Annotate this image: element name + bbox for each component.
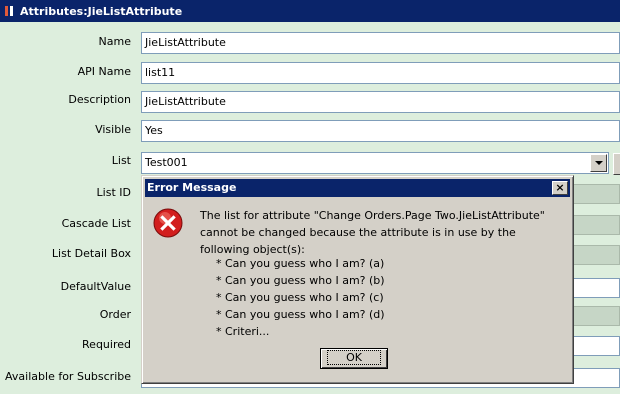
dialog-title: Error Message [147, 181, 237, 194]
name-field[interactable]: JieListAttribute [141, 32, 620, 54]
dialog-titlebar: Error Message × [145, 179, 570, 197]
error-dialog: Error Message × The list for attribute "… [141, 175, 574, 384]
ok-button-label: OK [327, 350, 381, 365]
dialog-message: The list for attribute "Change Orders.Pa… [200, 209, 545, 256]
dialog-object-list: * Can you guess who I am? (a) * Can you … [216, 255, 516, 340]
error-icon [153, 208, 183, 238]
visible-label: Visible [95, 123, 131, 136]
close-button[interactable]: × [552, 181, 568, 195]
available-for-subscribe-label: Available for Subscribe [5, 370, 131, 383]
ok-button[interactable]: OK [320, 348, 388, 369]
required-label: Required [82, 338, 131, 351]
list-id-label: List ID [96, 186, 131, 199]
window-title: Attributes:JieListAttribute [20, 4, 183, 18]
close-icon: × [555, 181, 565, 194]
list-detail-box-label: List Detail Box [51, 247, 131, 260]
visible-field[interactable]: Yes [141, 120, 620, 142]
order-label: Order [99, 308, 131, 321]
description-label: Description [68, 93, 131, 106]
description-field[interactable]: JieListAttribute [141, 91, 620, 113]
list-side-button[interactable] [613, 153, 620, 175]
api-name-field[interactable]: list11 [141, 62, 620, 84]
list-item: * Can you guess who I am? (b) [216, 274, 385, 287]
list-select[interactable]: Test001 [141, 152, 609, 174]
chevron-down-icon[interactable] [590, 154, 607, 172]
default-value-label: DefaultValue [60, 280, 131, 293]
name-label: Name [98, 35, 131, 48]
list-select-value: Test001 [145, 156, 188, 169]
list-item: * Can you guess who I am? (d) [216, 308, 385, 321]
list-item: * Criteri... [216, 325, 270, 338]
list-item: * Can you guess who I am? (a) [216, 257, 385, 270]
app-icon [4, 5, 15, 17]
cascade-list-label: Cascade List [61, 217, 131, 230]
api-name-label: API Name [77, 65, 131, 78]
list-item: * Can you guess who I am? (c) [216, 291, 384, 304]
window-titlebar: Attributes:JieListAttribute [0, 0, 620, 22]
list-label: List [111, 154, 131, 167]
